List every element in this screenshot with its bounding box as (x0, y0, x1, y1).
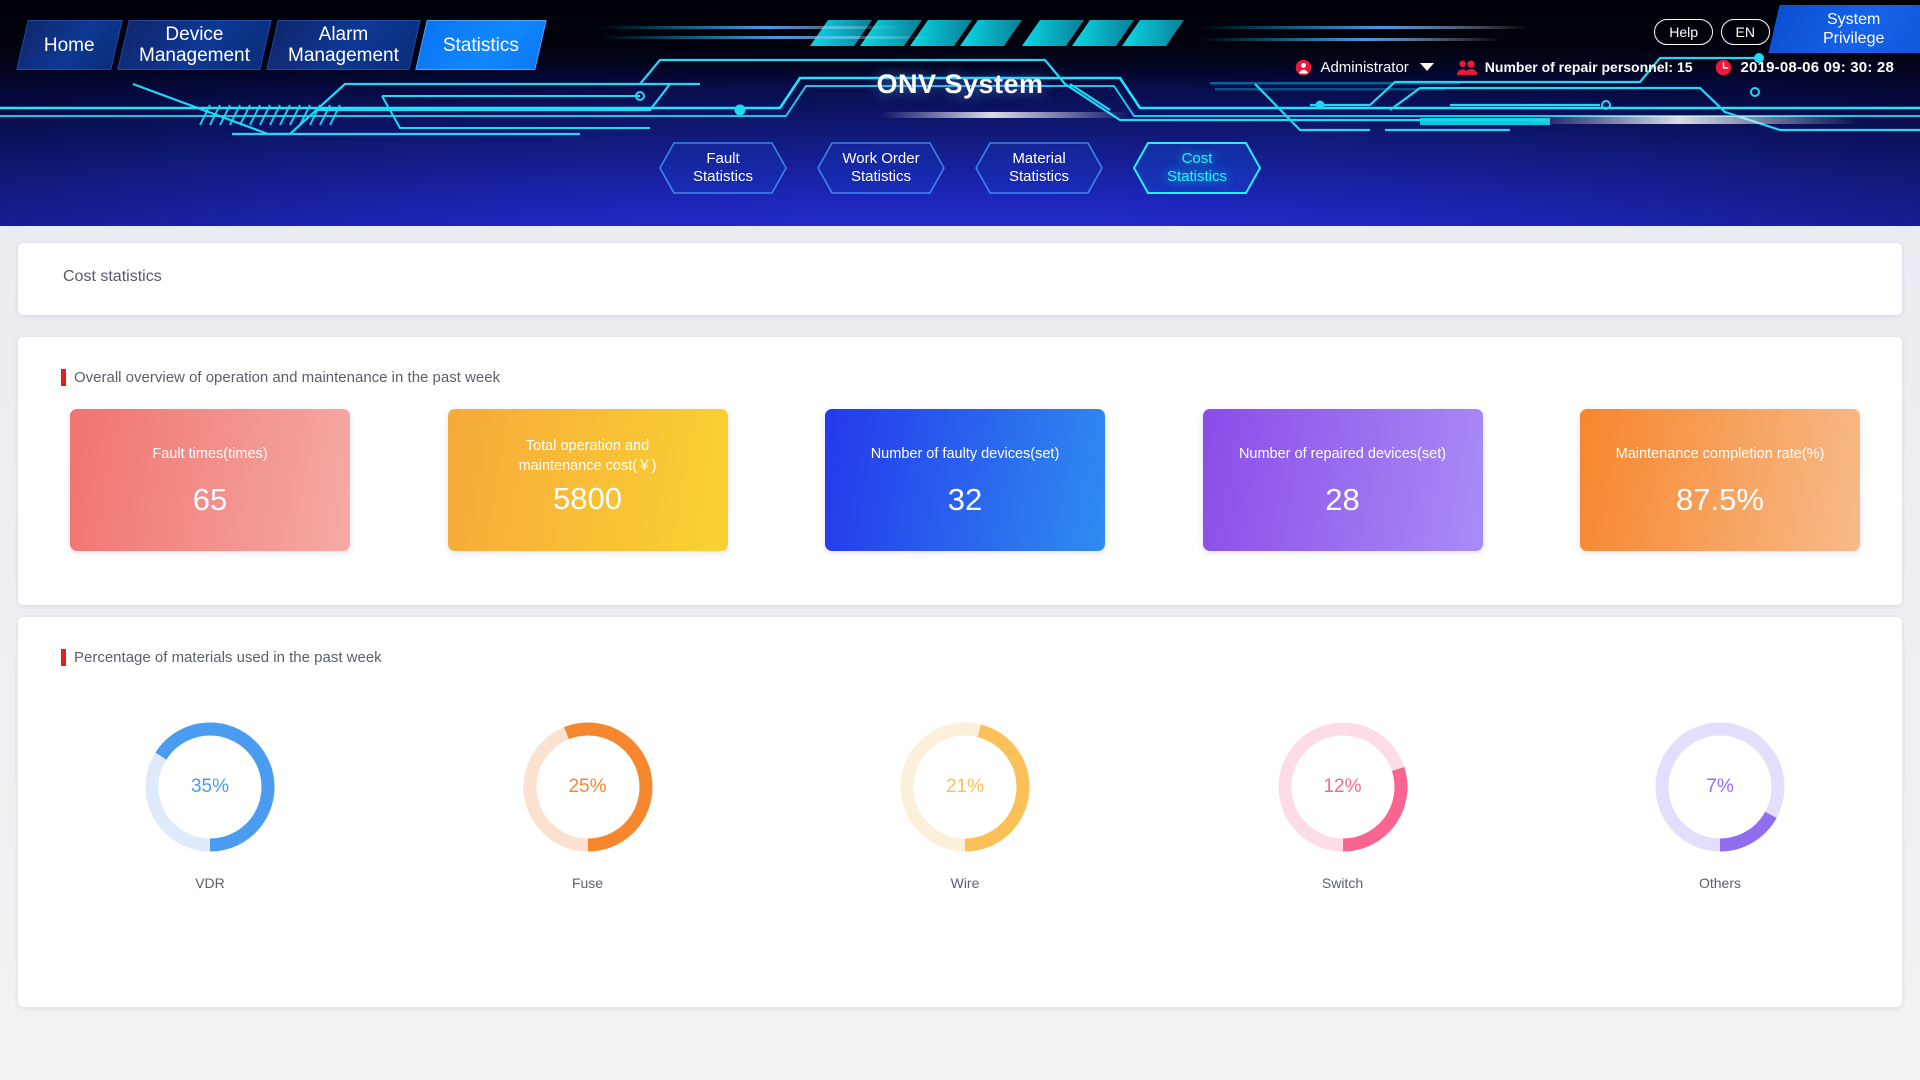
section-accent-bar (61, 369, 66, 386)
kpi-card-value: 87.5% (1676, 482, 1764, 517)
user-menu[interactable]: Administrator (1295, 58, 1434, 76)
app-header: Home Device Management Alarm Management … (0, 0, 1920, 226)
page-title-panel: Cost statistics (18, 243, 1902, 315)
kpi-card: Total operation and maintenance cost(￥) 5… (447, 409, 728, 551)
overview-panel: Overall overview of operation and mainte… (18, 337, 1902, 605)
kpi-card: Number of repaired devices(set) 28 (1202, 409, 1483, 551)
kpi-card-label: Fault times(times) (152, 446, 268, 462)
system-privilege-label: System Privilege (1823, 11, 1885, 47)
nav-item-home[interactable]: Home (16, 20, 123, 70)
subtab-work-order-statistics[interactable]: Work Order Statistics (816, 141, 946, 195)
kpi-card-label: Number of faulty devices(set) (870, 446, 1060, 462)
donut-label: Wire (950, 875, 980, 891)
subtab-fault-statistics-label: Fault Statistics (692, 150, 753, 185)
main-nav[interactable]: Home Device Management Alarm Management … (16, 20, 547, 70)
nav-item-statistics[interactable]: Statistics (414, 20, 547, 70)
kpi-card: Number of faulty devices(set) 32 (825, 409, 1105, 551)
donut-ring: 12% (1273, 717, 1413, 857)
language-button[interactable]: EN (1720, 19, 1770, 45)
user-circle-icon (1296, 59, 1312, 75)
donut-ring: 21% (895, 717, 1035, 857)
donut-ring: 7% (1650, 717, 1790, 857)
kpi-card-list: Fault times(times) 65 Total operation and … (70, 409, 1860, 551)
donut-value: 12% (1323, 776, 1362, 797)
kpi-card-label: Total operation and maintenance cost(￥) (518, 438, 657, 474)
donut-chart-item: 25% Fuse (448, 717, 728, 891)
donut-chart-item: 21% Wire (825, 717, 1105, 891)
kpi-card-value: 5800 (553, 481, 622, 516)
overview-section-header: Overall overview of operation and mainte… (61, 369, 500, 386)
section-accent-bar (61, 649, 66, 666)
kpi-card-value: 32 (947, 482, 983, 517)
repair-personnel-label: Number of repair personnel: 15 (1484, 59, 1693, 75)
nav-item-home-label: Home (44, 34, 95, 56)
materials-panel: Percentage of materials used in the past… (18, 617, 1902, 1007)
kpi-card: Maintenance completion rate(%) 87.5% (1580, 409, 1860, 551)
donut-value: 25% (568, 776, 607, 797)
donut-ring: 35% (140, 717, 280, 857)
donut-chart-list: 35% VDR 25% Fuse 21% Wire 12% Switch 7% Others (70, 717, 1860, 891)
repair-personnel-info: Number of repair personnel: 15 (1456, 59, 1693, 76)
donut-value: 21% (945, 776, 985, 797)
donut-label: Fuse (571, 875, 604, 891)
kpi-card-value: 28 (1325, 482, 1360, 517)
nav-item-alarm-management[interactable]: Alarm Management (265, 20, 421, 70)
header-info-bar: Administrator Number of repair personnel… (1273, 56, 1894, 78)
user-name: Administrator (1320, 58, 1409, 76)
system-privilege-button[interactable]: System Privilege (1768, 5, 1920, 53)
donut-value: 35% (190, 776, 230, 797)
donut-label: Others (1698, 875, 1741, 891)
kpi-card: Fault times(times) 65 (70, 409, 350, 551)
donut-chart-item: 12% Switch (1203, 717, 1483, 891)
kpi-card-value: 65 (192, 482, 228, 517)
subtab-work-order-statistics-label: Work Order Statistics (842, 150, 920, 185)
subtab-material-statistics-label: Material Statistics (1008, 150, 1069, 185)
datetime-text: 2019-08-06 09: 30: 28 (1740, 58, 1894, 76)
donut-chart-item: 7% Others (1580, 717, 1860, 891)
donut-value: 7% (1706, 776, 1734, 797)
materials-section-title: Percentage of materials used in the past… (74, 649, 382, 666)
chevron-down-icon[interactable] (1419, 63, 1434, 71)
subtab-material-statistics[interactable]: Material Statistics (974, 141, 1104, 195)
donut-ring: 25% (518, 717, 658, 857)
subtab-fault-statistics[interactable]: Fault Statistics (658, 141, 788, 195)
subtab-cost-statistics-label: Cost Statistics (1166, 150, 1227, 185)
kpi-card-label: Maintenance completion rate(%) (1615, 446, 1825, 462)
subtab-cost-statistics[interactable]: Cost Statistics (1132, 141, 1262, 195)
donut-label: Switch (1321, 875, 1364, 891)
people-icon (1456, 60, 1478, 75)
overview-section-title: Overall overview of operation and mainte… (74, 369, 501, 386)
help-button[interactable]: Help (1654, 19, 1713, 45)
sub-tabs[interactable]: Fault Statistics Work Order Statistics M… (0, 141, 1920, 195)
page-title: Cost statistics (63, 268, 162, 285)
donut-label: VDR (195, 875, 225, 891)
app-root: Home Device Management Alarm Management … (0, 0, 1920, 1080)
kpi-card-label: Number of repaired devices(set) (1238, 446, 1447, 462)
nav-item-statistics-label: Statistics (442, 34, 519, 56)
clock-icon (1715, 59, 1731, 75)
materials-section-header: Percentage of materials used in the past… (61, 649, 382, 666)
nav-item-device-management-label: Device Management (138, 24, 250, 66)
datetime-display: 2019-08-06 09: 30: 28 (1715, 59, 1894, 76)
donut-chart-item: 35% VDR (70, 717, 350, 891)
nav-item-device-management[interactable]: Device Management (116, 20, 272, 70)
nav-item-alarm-management-label: Alarm Management (287, 24, 399, 66)
